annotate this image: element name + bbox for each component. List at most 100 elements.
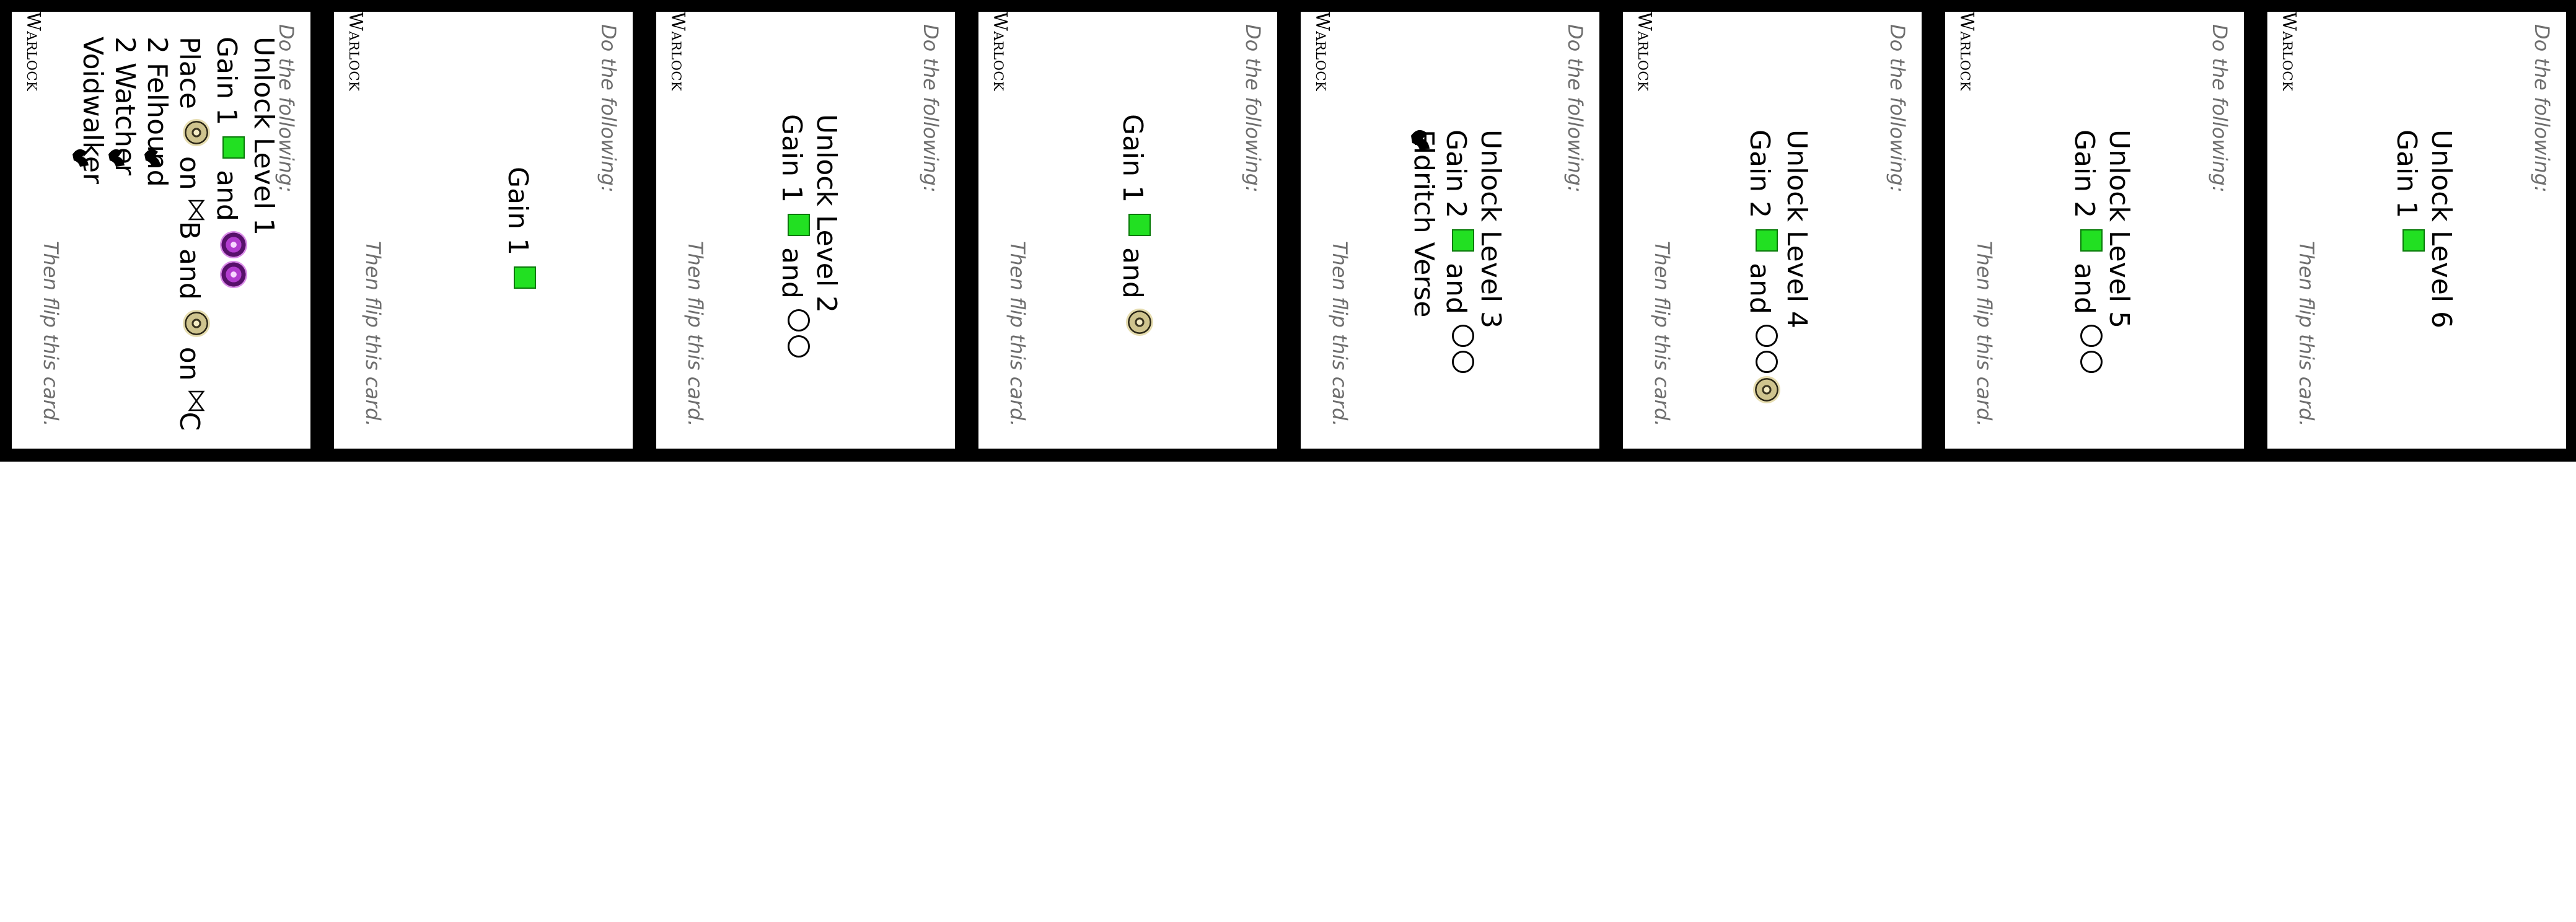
card-body: Unlock Level 2 Gain 1 and: [775, 114, 842, 359]
card-footer: Then flip this card.: [1650, 241, 1674, 427]
experience-cube-icon: [788, 214, 810, 237]
card-4[interactable]: Warlock Do the following: Gain 1 and The…: [978, 12, 1277, 449]
card-body: Gain 1: [501, 167, 536, 291]
empty-slot-icon: [1756, 324, 1778, 347]
experience-cube-icon: [2402, 229, 2425, 252]
experience-cube-icon: [1756, 229, 1778, 252]
line-text: and: [776, 247, 807, 299]
line-text: Unlock Level 2: [811, 114, 842, 314]
card-3[interactable]: Warlock Do the following: Unlock Level 2…: [656, 12, 955, 449]
felhound-token-icon: [183, 118, 210, 146]
card-line: Gain 2 and: [1743, 130, 1780, 405]
card-header: Do the following:: [1563, 24, 1587, 193]
card-line: Eldritch Verse: [1407, 130, 1440, 375]
card-header: Do the following:: [1886, 24, 1909, 193]
card-5[interactable]: Warlock Do the following: Unlock Level 3…: [1301, 12, 1599, 449]
card-line: Unlock Level 1: [247, 37, 279, 431]
shadow-orb-icon: [220, 260, 247, 288]
line-text: Place: [174, 37, 205, 109]
card-class-label: Warlock: [22, 12, 44, 92]
card-line: Gain 1 and: [210, 37, 247, 431]
card-body: Unlock Level 3 Gain 2 and Eldritch Verse: [1407, 130, 1506, 375]
line-text: on: [174, 156, 205, 190]
card-header: Do the following:: [2208, 24, 2231, 193]
card-body: Unlock Level 1 Gain 1 and Place on B and…: [76, 37, 279, 431]
card-footer: Then flip this card.: [1006, 241, 1029, 427]
line-text: Gain 1: [776, 114, 807, 203]
card-footer: Then flip this card.: [1972, 241, 1996, 427]
line-text: Gain 1: [2391, 130, 2422, 219]
card-line: Gain 2 and: [1440, 130, 1474, 375]
line-text: Gain 2: [1744, 130, 1775, 219]
line-text: and: [1744, 263, 1775, 314]
card-line: Unlock Level 5: [2103, 130, 2135, 375]
empty-slot-icon: [1452, 350, 1474, 373]
card-footer: Then flip this card.: [1328, 241, 1352, 427]
card-line: Place on B and on C: [173, 37, 210, 431]
card-header: Do the following:: [2530, 24, 2554, 193]
line-text: Unlock Level 3: [1475, 130, 1506, 329]
line-text: C: [174, 411, 205, 431]
hourglass-icon: [188, 390, 205, 411]
line-text: Gain 2: [2068, 130, 2100, 219]
line-text: on: [174, 346, 205, 381]
card-footer: Then flip this card.: [361, 241, 385, 427]
card-class-label: Warlock: [989, 12, 1011, 92]
card-line: 2 Felhound: [141, 37, 173, 431]
line-text: Unlock Level 1: [248, 37, 279, 236]
experience-cube-icon: [222, 136, 245, 159]
card-8[interactable]: Warlock Do the following: Unlock Level 6…: [2267, 12, 2566, 449]
card-line: 2 Watcher: [108, 37, 141, 431]
line-text: Gain 1: [1117, 114, 1148, 203]
line-text: and: [2068, 263, 2100, 314]
line-text: Unlock Level 4: [1781, 130, 1813, 329]
card-line: Gain 1: [501, 167, 536, 291]
card-footer: Then flip this card.: [39, 241, 63, 427]
card-strip: Warlock Do the following: Unlock Level 1…: [0, 0, 2576, 462]
line-text: Unlock Level 6: [2425, 130, 2457, 329]
card-body: Unlock Level 4 Gain 2 and: [1743, 130, 1813, 405]
felhound-token-icon: [1753, 375, 1780, 403]
card-line: Gain 2 and: [2068, 130, 2103, 375]
summon-minion-icon: [1411, 130, 1430, 150]
card-2[interactable]: Warlock Do the following: Gain 1 Then fl…: [334, 12, 633, 449]
summon-minion-icon: [73, 149, 160, 167]
felhound-token-icon: [183, 309, 210, 337]
experience-cube-icon: [514, 266, 536, 289]
card-body: Unlock Level 5 Gain 2 and: [2068, 130, 2135, 375]
card-line: Voidwalker: [76, 37, 108, 431]
card-1[interactable]: Warlock Do the following: Unlock Level 1…: [12, 12, 310, 449]
card-header: Do the following:: [1241, 24, 1265, 193]
card-line: Unlock Level 2: [810, 114, 842, 359]
card-header: Do the following:: [597, 24, 620, 193]
line-text: Gain 1: [211, 37, 242, 126]
card-line: Gain 1 and: [775, 114, 810, 359]
card-6[interactable]: Warlock Do the following: Unlock Level 4…: [1623, 12, 1922, 449]
line-text: and: [1117, 247, 1148, 299]
felhound-token-icon: [1126, 308, 1153, 336]
card-class-label: Warlock: [2278, 12, 2300, 92]
card-class-label: Warlock: [1956, 12, 1977, 92]
line-text: and: [211, 170, 242, 221]
line-text: Gain 1: [502, 167, 534, 256]
card-footer: Then flip this card.: [2295, 241, 2318, 427]
line-text: B and: [174, 221, 205, 300]
empty-slot-icon: [2080, 350, 2103, 373]
card-class-label: Warlock: [1633, 12, 1655, 92]
experience-cube-icon: [1128, 214, 1151, 237]
card-body: Gain 1 and: [1116, 114, 1153, 337]
empty-slot-icon: [1452, 324, 1474, 347]
card-line: Gain 1 and: [1116, 114, 1153, 337]
line-text: and: [1440, 263, 1472, 314]
empty-slot-icon: [788, 309, 810, 331]
card-class-label: Warlock: [1311, 12, 1333, 92]
card-body: Unlock Level 6 Gain 1: [2390, 130, 2457, 328]
card-line: Unlock Level 4: [1780, 130, 1813, 405]
card-line: Unlock Level 6: [2425, 130, 2457, 328]
empty-slot-icon: [788, 335, 810, 358]
card-class-label: Warlock: [345, 12, 366, 92]
experience-cube-icon: [1452, 229, 1474, 252]
experience-cube-icon: [2080, 229, 2103, 252]
card-7[interactable]: Warlock Do the following: Unlock Level 5…: [1945, 12, 2244, 449]
shadow-orb-icon: [220, 230, 247, 258]
